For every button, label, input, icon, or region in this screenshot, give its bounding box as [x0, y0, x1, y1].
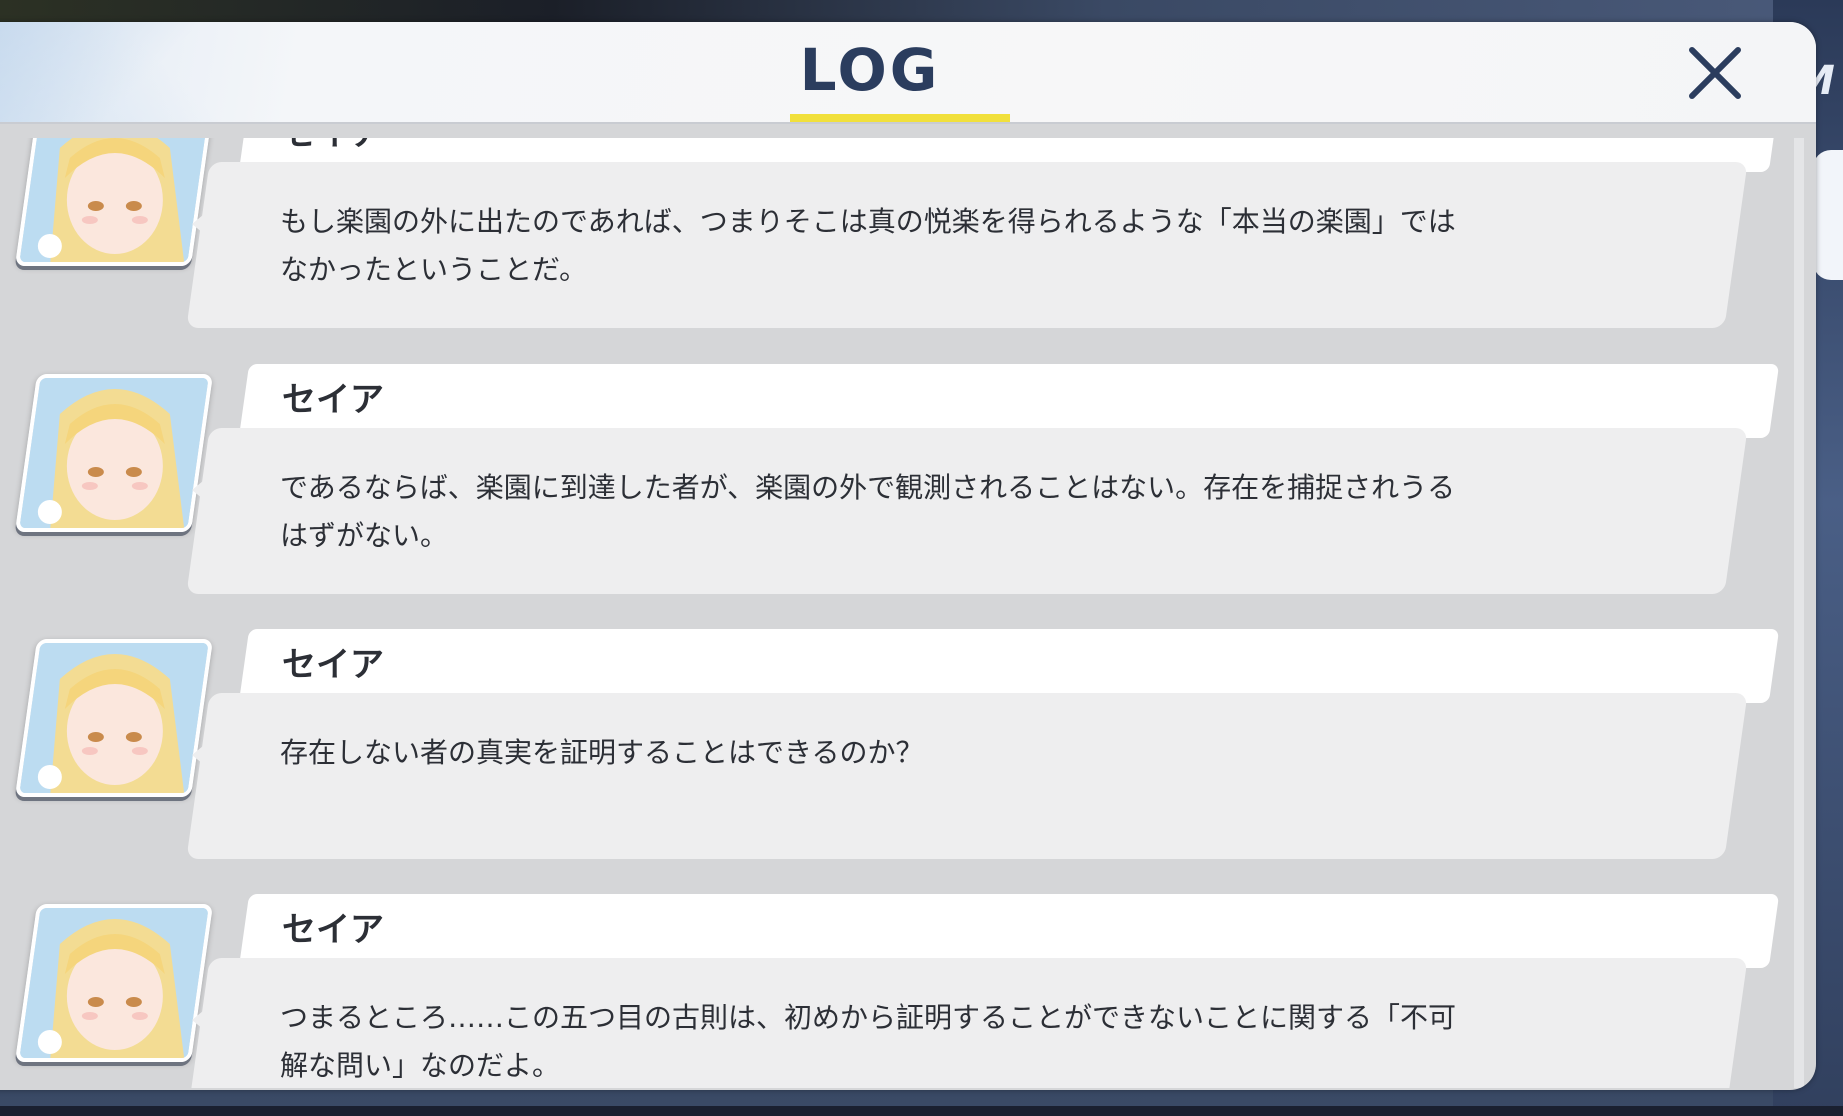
speaker-name: セイア: [282, 910, 384, 950]
portrait-image: [19, 374, 210, 532]
bubble-pointer: [192, 472, 214, 508]
name-tab: [238, 629, 1780, 703]
avatar: [14, 904, 214, 1062]
scrollbar[interactable]: [1794, 138, 1804, 1088]
close-button[interactable]: [1682, 40, 1748, 106]
portrait-image: [19, 639, 210, 797]
bubble-pointer: [192, 206, 214, 242]
portrait-image: [19, 138, 210, 266]
portrait-image: [19, 904, 210, 1062]
background-panel: [1813, 150, 1843, 280]
dialogue-text: もし楽園の外に出たのであれば、つまりそこは真の悦楽を得られるような「本当の楽園」…: [280, 205, 1456, 286]
log-entry: セイア もし楽園の外に出たのであれば、つまりそこは真の悦楽を得られるような「本当…: [0, 138, 1790, 338]
background-bottom: [0, 1106, 1843, 1116]
avatar: [14, 374, 214, 532]
log-entry: セイア であるならば、楽園に到達した者が、楽園の外で観測されることはない。存在を…: [0, 364, 1790, 604]
close-icon: [1689, 47, 1741, 99]
dialogue-text: つまるところ……この五つ目の古則は、初めから証明することができないことに関する「…: [280, 1001, 1457, 1082]
dialogue-text: であるならば、楽園に到達した者が、楽園の外で観測されることはない。存在を捕捉され…: [280, 471, 1456, 552]
avatar: [14, 138, 214, 266]
name-tab: [238, 894, 1780, 968]
log-header: LOG: [0, 22, 1816, 124]
name-tab: [238, 364, 1780, 438]
title-underline: [790, 114, 1010, 122]
speaker-name: セイア: [282, 138, 384, 155]
speaker-name: セイア: [282, 380, 384, 420]
avatar: [14, 639, 214, 797]
log-list[interactable]: セイア もし楽園の外に出たのであれば、つまりそこは真の悦楽を得られるような「本当…: [0, 138, 1790, 1088]
dialogue-text: 存在しない者の真実を証明することはできるのか？: [280, 736, 924, 769]
log-entry: セイア つまるところ……この五つ目の古則は、初めから証明することができないことに…: [0, 894, 1790, 1088]
log-window: LOG もし楽園の外に出たのであれば、つまりそこは真の悦楽を得られるような「本当…: [0, 22, 1816, 1090]
log-title: LOG: [799, 36, 941, 104]
bubble-pointer: [192, 1002, 214, 1038]
header-decoration: [0, 22, 290, 122]
speaker-name: セイア: [282, 645, 384, 685]
bubble-pointer: [192, 737, 214, 773]
log-entry: セイア 存在しない者の真実を証明することはできるのか？: [0, 629, 1790, 869]
